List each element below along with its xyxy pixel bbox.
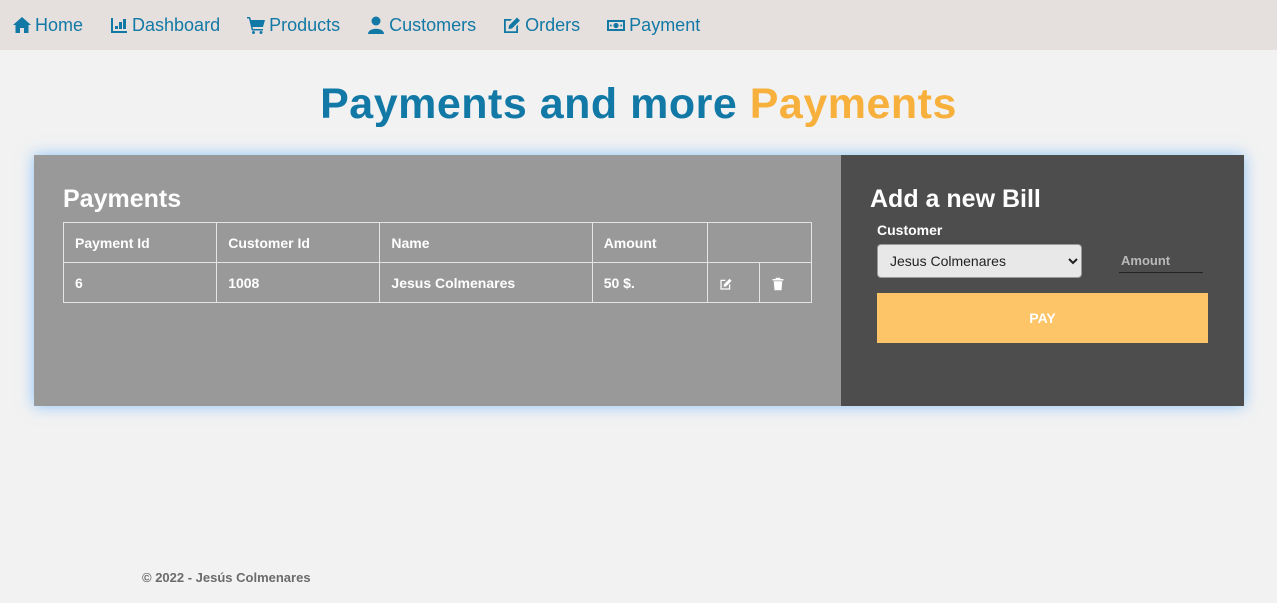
nav-payment[interactable]: Payment [606, 15, 700, 36]
column-header-customer-id: Customer Id [216, 222, 381, 263]
edit-button[interactable] [706, 262, 760, 303]
nav-dashboard[interactable]: Dashboard [109, 15, 220, 36]
payments-title: Payments [63, 185, 182, 213]
footer-copyright: © 2022 - Jesús Colmenares [142, 570, 311, 585]
cell-payment-id: 6 [62, 262, 218, 303]
money-icon [607, 20, 626, 31]
nav-customers-label: Customers [389, 14, 477, 35]
nav-home[interactable]: Home [12, 15, 83, 36]
column-header-amount: Amount [591, 222, 708, 263]
cell-name: Jesus Colmenares [379, 262, 593, 303]
nav-payment-label: Payment [629, 14, 701, 35]
nav-home-label: Home [35, 14, 84, 35]
nav-customers[interactable]: Customers [366, 15, 476, 36]
top-nav: Home Dashboard Products Customers Orders… [0, 0, 1277, 50]
new-bill-title: Add a new Bill [870, 185, 1041, 213]
payments-panel: Payments Payment Id Customer Id Name Amo… [34, 155, 841, 406]
cart-icon [247, 17, 266, 34]
delete-button[interactable] [758, 262, 813, 303]
customer-select[interactable]: Jesus Colmenares [877, 244, 1082, 278]
nav-products-label: Products [269, 14, 341, 35]
customer-label: Customer [877, 222, 943, 238]
page-title: Payments and more Payments [0, 80, 1277, 129]
nav-dashboard-label: Dashboard [132, 14, 221, 35]
home-icon [13, 17, 31, 33]
nav-orders-label: Orders [525, 14, 581, 35]
cell-amount: 50 $. [591, 262, 708, 303]
nav-products[interactable]: Products [246, 15, 340, 36]
user-icon [368, 16, 385, 34]
new-bill-panel: Add a new Bill Customer Jesus Colmenares… [841, 155, 1244, 406]
amount-input[interactable] [1119, 249, 1203, 273]
trash-icon [772, 277, 784, 290]
table-row: 6 1008 Jesus Colmenares 50 $. [62, 262, 813, 303]
chart-icon [111, 18, 128, 33]
bill-fields-row: Jesus Colmenares [877, 244, 1208, 278]
payments-card: Payments Payment Id Customer Id Name Amo… [34, 155, 1244, 406]
column-header-payment-id: Payment Id [62, 222, 218, 263]
column-header-actions [706, 222, 813, 263]
edit-icon [720, 278, 732, 290]
cell-customer-id: 1008 [216, 262, 381, 303]
table-header-row: Payment Id Customer Id Name Amount [62, 222, 813, 263]
column-header-name: Name [379, 222, 593, 263]
pay-button[interactable]: PAY [877, 293, 1208, 343]
page-title-part1: Payments and more [320, 80, 738, 128]
edit-icon [504, 17, 521, 33]
payments-table: Payment Id Customer Id Name Amount 6 100… [62, 222, 813, 303]
page-title-part2: Payments [749, 80, 957, 128]
nav-orders[interactable]: Orders [502, 15, 580, 36]
